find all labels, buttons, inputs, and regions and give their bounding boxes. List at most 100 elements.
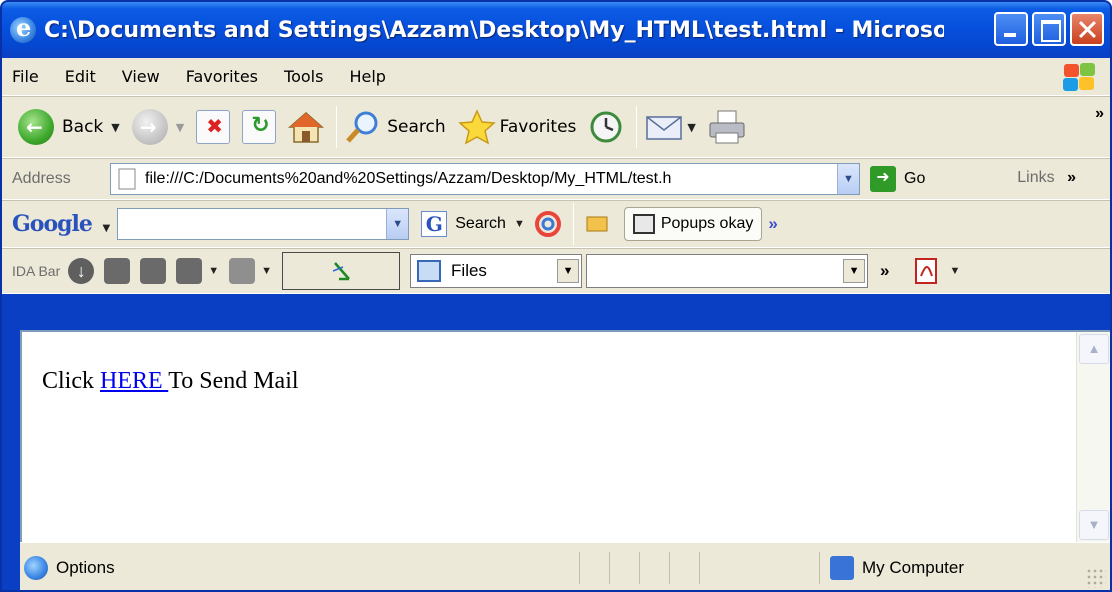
cursor-icon — [332, 262, 350, 281]
highlight-icon[interactable] — [582, 209, 612, 239]
status-text: Options — [56, 557, 115, 577]
menu-favorites[interactable]: Favorites — [186, 67, 258, 86]
stop-icon: ✖ — [196, 110, 231, 144]
scroll-down-button[interactable]: ▼ — [1079, 510, 1109, 540]
search-label: Search — [387, 117, 446, 137]
menu-view[interactable]: View — [122, 67, 160, 86]
back-icon: ← — [18, 109, 54, 145]
links-chevron: » — [1067, 169, 1076, 186]
popups-label: Popups okay — [660, 215, 754, 232]
popups-okay-button[interactable]: Popups okay — [623, 207, 763, 241]
go-button[interactable]: ➜ Go — [870, 166, 925, 192]
download-icon[interactable]: ↓ — [68, 258, 95, 284]
files-label: Files — [451, 261, 487, 280]
stop-button[interactable]: ✖ — [196, 110, 231, 144]
chevron-down-icon[interactable]: ▼ — [950, 265, 961, 277]
window-title: C:\Documents and Settings\Azzam\Desktop\… — [44, 17, 944, 43]
print-button[interactable] — [708, 109, 746, 145]
mail-button[interactable]: ▼ — [645, 111, 696, 143]
chevron-down-icon[interactable]: ▼ — [514, 218, 525, 230]
minimize-button[interactable] — [994, 12, 1028, 46]
chevron-down-icon[interactable]: ▼ — [557, 259, 580, 283]
google-g-icon: G — [421, 211, 448, 237]
back-label: Back — [62, 117, 104, 137]
links-button[interactable]: Links » — [1017, 169, 1076, 187]
status-pane — [640, 551, 670, 584]
copy-icon[interactable] — [140, 258, 167, 284]
ida-input[interactable]: ▼ — [586, 254, 869, 288]
ie-page-icon — [24, 555, 48, 580]
google-logo[interactable]: Google ▼ — [12, 211, 111, 237]
home-icon[interactable] — [176, 258, 203, 284]
chevron-down-icon[interactable]: ▼ — [687, 121, 695, 134]
forward-icon: → — [131, 109, 168, 145]
menu-tools[interactable]: Tools — [284, 67, 323, 86]
ida-bar-chevron[interactable]: » — [880, 261, 890, 281]
toolbar-chevron[interactable]: » — [1095, 105, 1104, 123]
pagerank-icon[interactable] — [533, 209, 563, 239]
page-body-text: Click HERE To Send Mail — [42, 368, 299, 395]
chevron-down-icon[interactable]: ▼ — [111, 121, 119, 134]
chevron-down-icon[interactable]: ▼ — [208, 265, 219, 277]
close-button[interactable] — [1070, 12, 1104, 46]
resize-grip[interactable] — [1086, 568, 1106, 588]
send-mail-text: To Send Mail — [168, 368, 299, 394]
history-icon — [590, 111, 622, 143]
vertical-scrollbar[interactable]: ▲ ▼ — [1076, 332, 1110, 542]
menu-bar: File Edit View Favorites Tools Help — [2, 58, 1110, 96]
chevron-down-icon[interactable]: ▼ — [386, 209, 409, 239]
google-search-button[interactable]: G Search ▼ — [421, 211, 525, 237]
google-search-input[interactable]: ▼ — [117, 208, 410, 240]
status-bar: Options My Computer — [20, 542, 1110, 590]
menu-help[interactable]: Help — [349, 67, 385, 86]
google-toolbar: Google ▼ ▼ G Search ▼ Popups okay » — [2, 200, 1110, 248]
toolbar-separator — [336, 106, 338, 148]
browser-chrome: File Edit View Favorites Tools Help ← Ba… — [2, 58, 1110, 294]
scroll-up-button[interactable]: ▲ — [1079, 334, 1109, 364]
popup-blocker-icon — [632, 214, 655, 234]
favorites-label: Favorites — [499, 117, 577, 137]
forward-button[interactable]: → ▼ — [131, 109, 184, 145]
acrobat-icon[interactable] — [912, 256, 942, 286]
home-button[interactable] — [288, 110, 325, 144]
maximize-button[interactable] — [1032, 12, 1066, 46]
chevron-down-icon[interactable]: ▼ — [261, 265, 272, 277]
refresh-button[interactable]: ↻ — [242, 110, 277, 144]
menu-file[interactable]: File — [12, 67, 39, 86]
chevron-down-icon[interactable]: ▼ — [843, 259, 866, 283]
settings-icon[interactable] — [229, 258, 256, 284]
click-text: Click — [42, 368, 100, 394]
cursor-target-button[interactable] — [282, 252, 401, 290]
back-button[interactable]: ← Back ▼ — [18, 109, 120, 145]
status-pane — [700, 551, 820, 584]
menu-edit[interactable]: Edit — [65, 67, 96, 86]
status-pane — [670, 551, 700, 584]
standard-toolbar: ← Back ▼ → ▼ ✖ ↻ Search Favorites ▼ » — [2, 96, 1110, 158]
toolbar-separator — [572, 203, 574, 245]
address-url: file:///C:/Documents%20and%20Settings/Az… — [145, 170, 672, 187]
status-message: Options — [20, 551, 580, 584]
address-label: Address — [12, 170, 71, 187]
search-icon — [346, 111, 378, 143]
history-button[interactable] — [588, 109, 624, 145]
print-icon — [709, 110, 745, 144]
files-dropdown[interactable]: Files ▼ — [410, 254, 583, 288]
mail-icon — [646, 116, 683, 140]
favorites-button[interactable]: Favorites — [457, 109, 577, 145]
chevron-down-icon[interactable]: ▼ — [176, 121, 184, 134]
refresh-icon: ↻ — [242, 110, 277, 144]
title-bar[interactable]: C:\Documents and Settings\Azzam\Desktop\… — [2, 2, 1110, 58]
page-content: Click HERE To Send Mail ▲ ▼ — [20, 330, 1110, 542]
send-mail-link[interactable]: HERE — [100, 368, 168, 394]
chevron-down-icon[interactable]: ▼ — [837, 164, 859, 194]
add-icon[interactable] — [104, 258, 131, 284]
search-button[interactable]: Search — [345, 109, 446, 145]
computer-icon — [830, 555, 854, 580]
toolbar-separator — [636, 106, 638, 148]
google-toolbar-chevron[interactable]: » — [768, 214, 778, 234]
chevron-down-icon[interactable]: ▼ — [103, 223, 111, 234]
address-input[interactable]: file:///C:/Documents%20and%20Settings/Az… — [110, 163, 860, 195]
security-zone: My Computer — [820, 552, 1080, 584]
status-pane — [580, 551, 610, 584]
google-search-label: Search — [455, 215, 506, 232]
